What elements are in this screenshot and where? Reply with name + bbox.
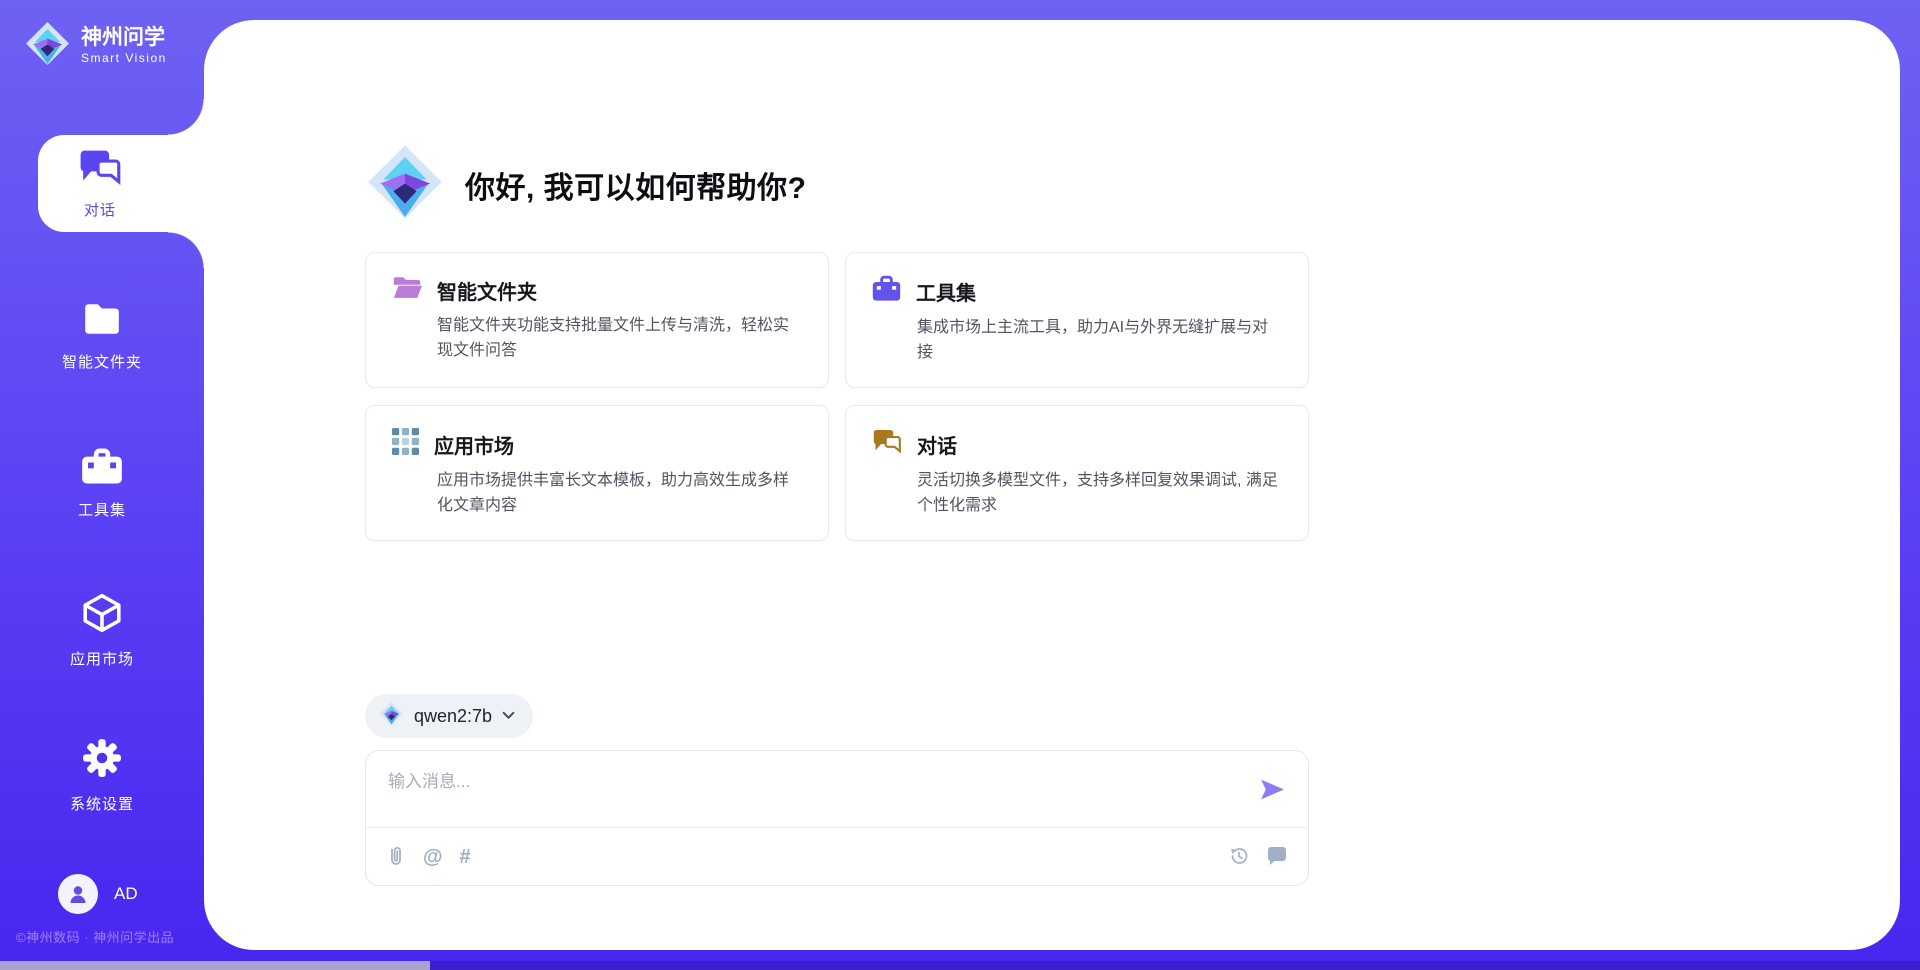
card-smart-folders[interactable]: 智能文件夹 智能文件夹功能支持批量文件上传与清洗，轻松实现文件问答 — [365, 252, 829, 388]
brand-subtitle: Smart Vision — [81, 51, 167, 65]
brand-text: 神州问学 Smart Vision — [81, 27, 167, 65]
folder-open-icon — [392, 275, 422, 305]
card-description: 智能文件夹功能支持批量文件上传与清洗，轻松实现文件问答 — [437, 314, 804, 364]
card-title: 工具集 — [916, 277, 976, 306]
card-app-market[interactable]: 应用市场 应用市场提供丰富长文本模板，助力高效生成多样化文章内容 — [365, 405, 829, 541]
model-name: qwen2:7b — [414, 706, 492, 727]
brand-logo-icon — [24, 20, 71, 72]
feature-cards: 智能文件夹 智能文件夹功能支持批量文件上传与清洗，轻松实现文件问答 工具集 集成… — [365, 252, 1309, 541]
sidebar-item-chat[interactable]: 对话 — [38, 135, 204, 232]
chevron-down-icon — [502, 707, 515, 725]
history-icon — [1228, 845, 1250, 870]
attach-file-button[interactable] — [386, 844, 406, 871]
folder-icon — [81, 301, 123, 342]
message-input[interactable] — [386, 765, 1240, 824]
sidebar-item-label: 工具集 — [78, 499, 126, 520]
sidebar-item-label: 系统设置 — [70, 793, 134, 814]
greeting-text: 你好, 我可以如何帮助你? — [465, 163, 807, 207]
hash-icon: # — [460, 846, 471, 869]
sidebar-item-smart-folders[interactable]: 智能文件夹 — [0, 301, 204, 372]
gear-icon — [81, 737, 123, 784]
mention-button[interactable]: @ — [423, 846, 443, 869]
assistant-logo-icon — [365, 142, 445, 227]
card-toolset[interactable]: 工具集 集成市场上主流工具，助力AI与外界无缝扩展与对接 — [845, 252, 1309, 388]
model-selector[interactable]: qwen2:7b — [365, 694, 533, 738]
card-description: 应用市场提供丰富长文本模板，助力高效生成多样化文章内容 — [437, 469, 804, 519]
brand[interactable]: 神州问学 Smart Vision — [24, 20, 167, 72]
user-profile[interactable]: AD — [58, 874, 138, 914]
sidebar-item-settings[interactable]: 系统设置 — [0, 737, 204, 814]
card-title: 应用市场 — [434, 430, 514, 459]
app-root: 神州问学 Smart Vision 对话 智能 — [0, 0, 1920, 970]
send-icon — [1259, 790, 1286, 805]
brand-name: 神州问学 — [81, 27, 167, 49]
topic-button[interactable]: # — [460, 846, 471, 869]
paperclip-icon — [386, 844, 406, 871]
chat-bubbles-icon — [872, 428, 902, 460]
toolbox-icon — [872, 275, 901, 307]
message-composer: @ # — [365, 750, 1309, 886]
sidebar: 神州问学 Smart Vision 对话 智能 — [0, 0, 204, 970]
scrollbar-thumb[interactable] — [0, 961, 430, 970]
sidebar-item-app-market[interactable]: 应用市场 — [0, 592, 204, 669]
greeting: 你好, 我可以如何帮助你? — [365, 142, 807, 227]
sidebar-item-label: 智能文件夹 — [62, 351, 142, 372]
history-button[interactable] — [1228, 845, 1250, 870]
feedback-icon — [1266, 845, 1288, 869]
card-description: 灵活切换多模型文件，支持多样回复效果调试, 满足个性化需求 — [917, 469, 1284, 519]
at-icon: @ — [423, 846, 443, 869]
feedback-button[interactable] — [1266, 845, 1288, 869]
sidebar-item-toolset[interactable]: 工具集 — [0, 447, 204, 520]
avatar — [58, 874, 98, 914]
card-chat[interactable]: 对话 灵活切换多模型文件，支持多样回复效果调试, 满足个性化需求 — [845, 405, 1309, 541]
card-title: 对话 — [917, 430, 957, 459]
card-description: 集成市场上主流工具，助力AI与外界无缝扩展与对接 — [917, 316, 1284, 366]
sidebar-item-label: 应用市场 — [70, 648, 134, 669]
composer-toolbar: @ # — [386, 828, 1288, 886]
chat-bubbles-icon — [78, 148, 122, 192]
sidebar-item-label: 对话 — [84, 199, 116, 220]
horizontal-scrollbar[interactable] — [0, 961, 1920, 970]
model-logo-icon — [379, 701, 404, 731]
copyright: ©神州数码 · 神州问学出品 — [16, 927, 174, 946]
card-title: 智能文件夹 — [437, 276, 537, 305]
send-button[interactable] — [1258, 777, 1286, 803]
tab-top-fillet — [168, 99, 204, 135]
toolbox-icon — [81, 447, 123, 490]
app-grid-icon — [392, 428, 419, 460]
cube-icon — [81, 592, 123, 639]
tab-bottom-fillet — [168, 232, 204, 268]
user-name: AD — [114, 884, 138, 904]
